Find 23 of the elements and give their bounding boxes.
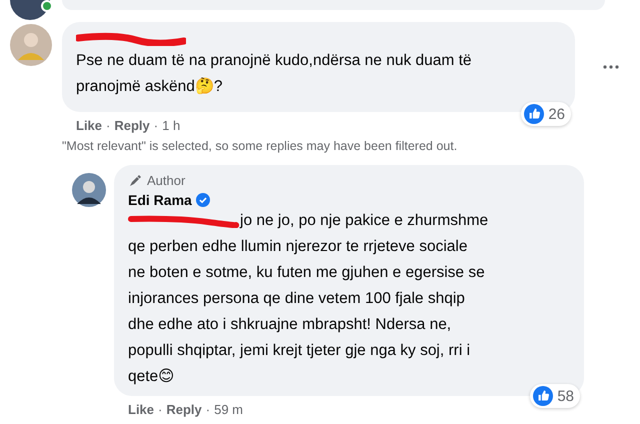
- like-icon: [533, 386, 554, 406]
- reaction-count[interactable]: 26: [521, 102, 571, 126]
- avatar[interactable]: [72, 173, 106, 207]
- author-label: Author: [147, 173, 186, 188]
- separator-dot: ·: [106, 118, 110, 133]
- separator-dot: ·: [154, 118, 158, 133]
- reaction-count[interactable]: 58: [530, 384, 580, 408]
- filter-note: "Most relevant" is selected, so some replies may have been filtered out.: [62, 139, 458, 153]
- action-link[interactable]: Like: [128, 402, 154, 417]
- timestamp[interactable]: 59 m: [214, 402, 244, 417]
- author-name[interactable]: Edi Rama: [128, 192, 192, 208]
- reply-text: jo ne jo, po nje pakice e zhurmshme: [240, 211, 488, 231]
- pen-icon: [128, 174, 142, 188]
- action-link[interactable]: Like: [76, 118, 102, 133]
- action-link[interactable]: Reply: [114, 118, 150, 133]
- more-options-icon[interactable]: [603, 65, 619, 69]
- timestamp[interactable]: 1 h: [162, 118, 180, 133]
- separator-dot: ·: [158, 402, 162, 417]
- comment-text: Pse ne duam të na pranojnë kudo,ndërsa ne nuk duam të pranojmë askënd🤔?: [76, 51, 473, 97]
- separator-dot: ·: [206, 402, 210, 417]
- like-icon: [524, 104, 544, 124]
- reply-text: qe perben edhe llumin njerezor te rrjeteve sociale ne boten e sotme, ku futen me gjuhen e egersise se injorances persona qe dine vetem 100 fjale shqip dhe edhe ato i shkruajne mbrapsht! Ndersa ne, populli shqiptar, jemi krejt tjeter gje nga ky soj, rri i qete😊: [128, 237, 486, 387]
- action-link[interactable]: Reply: [166, 402, 202, 417]
